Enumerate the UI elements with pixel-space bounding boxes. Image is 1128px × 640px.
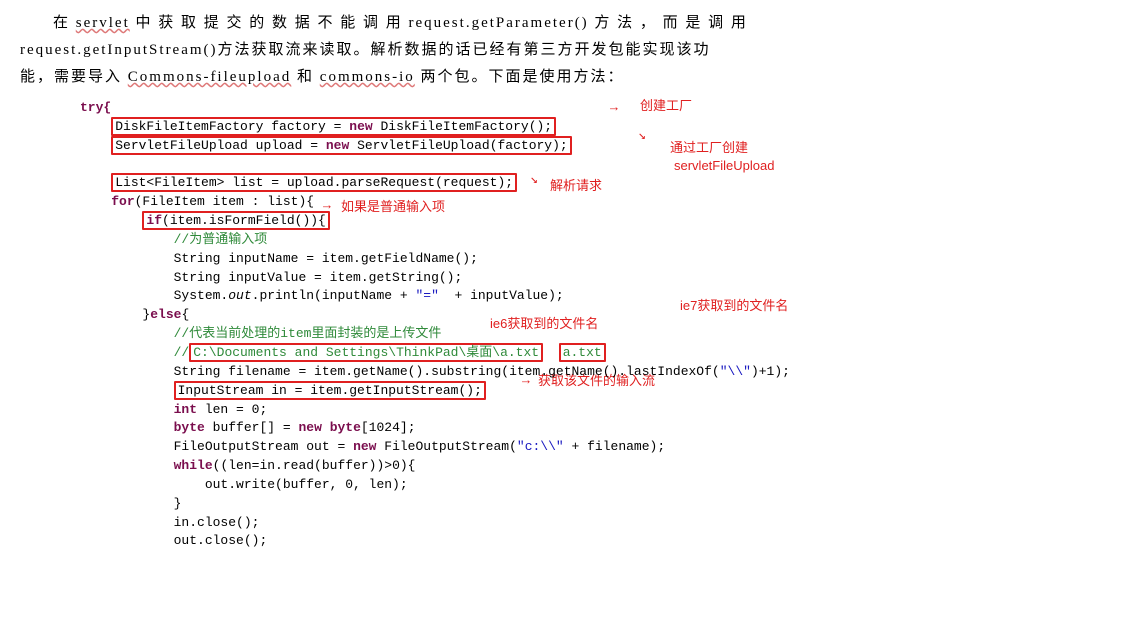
description-line2: request.getInputStream()方法获取流来读取。解析数据的话已…	[20, 37, 1108, 64]
code-line: in.close();	[80, 514, 1108, 533]
code-line: out.close();	[80, 532, 1108, 551]
text: 两个包。下面是使用方法：	[415, 69, 625, 85]
code-line: List<FileItem> list = upload.parseReques…	[80, 174, 1108, 193]
code-line: out.write(buffer, 0, len);	[80, 476, 1108, 495]
code-line: //C:\Documents and Settings\ThinkPad\桌面\…	[80, 344, 1108, 363]
code-line: try{	[80, 99, 1108, 118]
code-line: System.out.println(inputName + "=" + inp…	[80, 287, 1108, 306]
code-line: //为普通输入项	[80, 231, 1108, 250]
term-commons-fileupload: Commons-fileupload	[128, 69, 292, 85]
text: request.getInputStream()方法获取流来读取。解析数据的话已…	[20, 42, 711, 58]
highlighted-code: List<FileItem> list = upload.parseReques…	[111, 173, 517, 192]
code-line: DiskFileItemFactory factory = new DiskFi…	[80, 118, 1108, 137]
code-line: while((len=in.read(buffer))>0){	[80, 457, 1108, 476]
code-line: int len = 0;	[80, 401, 1108, 420]
highlighted-path: C:\Documents and Settings\ThinkPad\桌面\a.…	[189, 343, 543, 362]
term-servlet: servlet	[76, 15, 130, 31]
text: 在	[53, 15, 76, 31]
highlighted-code: ServletFileUpload upload = new ServletFi…	[115, 138, 567, 153]
code-line: //代表当前处理的item里面封装的是上传文件	[80, 325, 1108, 344]
code-line: for(FileItem item : list){	[80, 193, 1108, 212]
highlighted-code: InputStream in = item.getInputStream();	[174, 381, 486, 400]
code-line	[80, 156, 1108, 175]
code-line: }else{	[80, 306, 1108, 325]
code-line: FileOutputStream out = new FileOutputStr…	[80, 438, 1108, 457]
code-block: 创建工厂 → 通过工厂创建 servletFileUpload ↘ 解析请求 ↘…	[80, 99, 1108, 551]
highlighted-filename: a.txt	[559, 343, 606, 362]
code-line: }	[80, 495, 1108, 514]
code-line: InputStream in = item.getInputStream();	[80, 382, 1108, 401]
code-line: ServletFileUpload upload = new ServletFi…	[80, 137, 1108, 156]
text: 和	[291, 69, 320, 85]
text: 能，需要导入	[20, 69, 128, 85]
code-line: String inputName = item.getFieldName();	[80, 250, 1108, 269]
keyword-if: if	[146, 213, 162, 228]
code-line: if(item.isFormField()){	[80, 212, 1108, 231]
description-line1: 在 servlet 中 获 取 提 交 的 数 据 不 能 调 用 reques…	[20, 10, 1108, 37]
code-line: String inputValue = item.getString();	[80, 269, 1108, 288]
text: 中 获 取 提 交 的 数 据 不 能 调 用 request.getParam…	[130, 15, 748, 31]
code-text: (item.isFormField()){	[162, 213, 326, 228]
description-line3: 能，需要导入 Commons-fileupload 和 commons-io 两…	[20, 64, 1108, 91]
highlighted-code: DiskFileItemFactory factory = new DiskFi…	[115, 119, 552, 134]
term-commons-io: commons-io	[320, 69, 415, 85]
code-line: String filename = item.getName().substri…	[80, 363, 1108, 382]
code-line: byte buffer[] = new byte[1024];	[80, 419, 1108, 438]
